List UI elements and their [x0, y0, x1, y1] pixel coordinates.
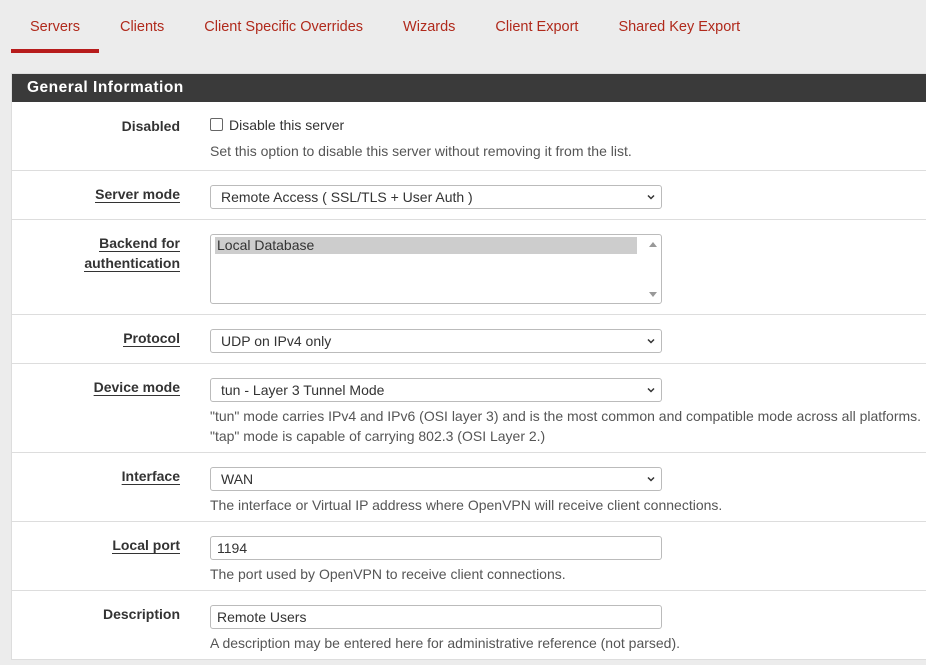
- backend-listbox[interactable]: Local Database: [210, 234, 662, 304]
- chevron-down-icon: [647, 387, 655, 393]
- panel-title: General Information: [12, 74, 926, 102]
- disabled-help: Set this option to disable this server w…: [210, 143, 632, 159]
- disabled-label: Disabled: [121, 118, 180, 134]
- tab-shared-key-export[interactable]: Shared Key Export: [599, 0, 759, 53]
- backend-label[interactable]: Backend for authentication: [12, 233, 180, 273]
- protocol-row: Protocol UDP on IPv4 only: [12, 315, 926, 364]
- disable-server-checkbox[interactable]: [210, 118, 223, 132]
- interface-select[interactable]: WAN: [210, 467, 662, 491]
- chevron-down-icon: [647, 476, 655, 482]
- scroll-up-icon[interactable]: [649, 242, 657, 247]
- description-input[interactable]: [210, 605, 662, 629]
- disable-server-checkbox-label[interactable]: Disable this server: [229, 117, 344, 133]
- tab-client-export[interactable]: Client Export: [476, 0, 597, 53]
- tab-clients[interactable]: Clients: [101, 0, 183, 53]
- description-help: A description may be entered here for ad…: [210, 635, 681, 651]
- tab-client-specific-overrides[interactable]: Client Specific Overrides: [185, 0, 382, 53]
- interface-help: The interface or Virtual IP address wher…: [210, 497, 723, 513]
- tab-wizards[interactable]: Wizards: [384, 0, 474, 53]
- local-port-row: Local port The port used by OpenVPN to r…: [12, 522, 926, 591]
- protocol-select[interactable]: UDP on IPv4 only: [210, 329, 662, 353]
- interface-row: Interface WAN The interface or Virtual I…: [12, 453, 926, 522]
- device-mode-help-tap: "tap" mode is capable of carrying 802.3 …: [210, 428, 546, 444]
- backend-row: Backend for authentication Local Database: [12, 220, 926, 315]
- device-mode-select[interactable]: tun - Layer 3 Tunnel Mode: [210, 378, 662, 402]
- local-port-label[interactable]: Local port: [12, 535, 180, 555]
- description-label: Description: [102, 606, 180, 622]
- interface-label[interactable]: Interface: [12, 466, 180, 486]
- general-information-panel: General Information Disabled Disable thi…: [11, 73, 926, 660]
- scroll-down-icon[interactable]: [649, 292, 657, 297]
- server-mode-select[interactable]: Remote Access ( SSL/TLS + User Auth ): [210, 185, 662, 209]
- server-mode-row: Server mode Remote Access ( SSL/TLS + Us…: [12, 171, 926, 220]
- tab-servers[interactable]: Servers: [11, 0, 99, 53]
- device-mode-row: Device mode tun - Layer 3 Tunnel Mode "t…: [12, 364, 926, 453]
- tab-bar: Servers Clients Client Specific Override…: [11, 0, 926, 53]
- local-port-input[interactable]: [210, 536, 662, 560]
- device-mode-label[interactable]: Device mode: [12, 377, 180, 397]
- disable-server-control: Disable this server: [210, 116, 344, 134]
- device-mode-help-tun: "tun" mode carries IPv4 and IPv6 (OSI la…: [210, 408, 922, 424]
- description-row: Description A description may be entered…: [12, 591, 926, 660]
- disabled-row: Disabled Disable this server Set this op…: [12, 102, 926, 171]
- chevron-down-icon: [647, 338, 655, 344]
- backend-option[interactable]: Local Database: [215, 237, 637, 254]
- protocol-label[interactable]: Protocol: [12, 328, 180, 348]
- local-port-help: The port used by OpenVPN to receive clie…: [210, 566, 566, 582]
- server-mode-label[interactable]: Server mode: [12, 184, 180, 204]
- chevron-down-icon: [647, 194, 655, 200]
